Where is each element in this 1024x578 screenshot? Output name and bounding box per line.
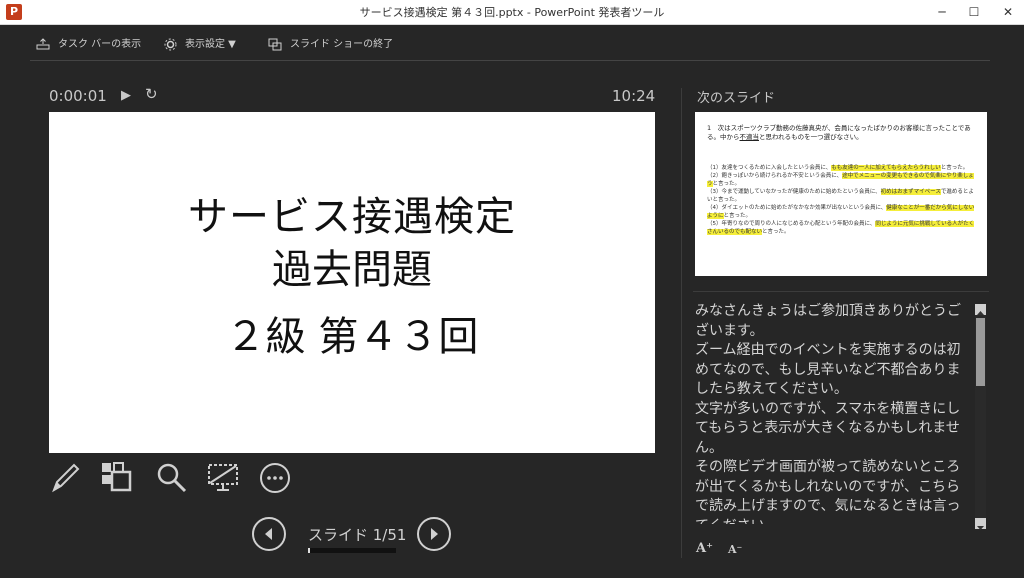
pen-icon[interactable] [48,460,84,496]
next-slide-question: 1 次はスポーツクラブ勤務の佐藤真央が、会員になったばかりのお客様に言ったことで… [707,124,977,142]
pane-divider[interactable] [681,88,682,558]
slide-title-line1: サービス接遇検定 [188,194,516,240]
notes-paragraph: みなさんきょうはご参加頂きありがとうございます。 [695,303,961,339]
slide-progress-fill [308,548,310,553]
slide-title-line3: ２級 第４３回 [225,314,479,360]
minimize-button[interactable]: ─ [930,2,954,22]
notes-scrollbar[interactable] [975,304,986,530]
maximize-button[interactable]: ☐ [962,2,986,22]
next-slide-preview[interactable]: 1 次はスポーツクラブ勤務の佐藤真央が、会員になったばかりのお客様に言ったことで… [695,112,987,276]
option-item: （2）飽きっぽいから続けられるか不安という会員に、途中でメニューの変更もできるの… [707,173,974,187]
presenter-toolbar: タスク バーの表示 表示設定 ▼ スライド ショーの終了 [30,30,990,61]
play-icon[interactable]: ▶ [121,88,131,103]
end-show-icon [268,38,282,50]
window-title: サービス接遇検定 第４３回.pptx - PowerPoint 発表者ツール [359,6,665,19]
next-slide-label: 次のスライド [697,91,776,106]
next-slide-options: （1）友達をつくるために入会したという会員に、もも友達の一人に加えてもらえたらう… [707,164,979,236]
scroll-down-icon [977,526,984,530]
chevron-left-icon [265,528,272,540]
speaker-notes[interactable]: みなさんきょうはご参加頂きありがとうございます。 ズーム経由でのイベントを実施す… [695,302,971,524]
taskbar-toggle-button[interactable]: タスク バーの表示 [36,36,141,54]
more-options-icon[interactable] [258,460,294,496]
notes-paragraph: 文字が多いのですが、スマホを横置きにしてもらうと表示が大きくなるかもしれません。 [695,400,961,456]
end-slideshow-button[interactable]: スライド ショーの終了 [268,36,393,54]
close-button[interactable]: ✕ [996,2,1020,22]
notes-paragraph: ズーム経由でのイベントを実施するのは初めてなので、もし見辛いなど不都合ありました… [695,342,961,397]
notes-paragraph: その際ビデオ画面が被って読めないところが出てくるかもしれないのですが、こちらで読… [695,459,961,524]
question-underlined: 不適当 [739,133,760,141]
end-slideshow-label: スライド ショーの終了 [290,39,394,50]
black-screen-icon[interactable] [206,460,242,496]
option-item: （4）ダイエットのために始めたがなかなか効果が出ないという会員に、健康なことが一… [707,205,975,219]
scroll-down-arrow[interactable] [975,518,986,530]
decrease-font-icon[interactable]: A⁻ [728,543,742,556]
see-all-slides-icon[interactable] [100,460,136,496]
increase-font-icon[interactable]: A⁺ [696,541,713,556]
zoom-icon[interactable] [154,460,190,496]
display-settings-label: 表示設定 ▼ [185,39,236,50]
title-bar: P サービス接遇検定 第４３回.pptx - PowerPoint 発表者ツール… [0,0,1024,25]
settings-icon [164,38,177,50]
previous-slide-button[interactable] [252,517,286,551]
slide-title-line2: 過去問題 [272,247,432,293]
slide-counter[interactable]: スライド 1/51 [308,524,406,545]
scroll-up-arrow[interactable] [975,304,986,315]
taskbar-label: タスク バーの表示 [58,39,142,50]
option-item: （5）年寄りなので周りの人になじめるか心配という年配の会員に、同じように元気に挑… [707,221,975,235]
reset-timer-icon[interactable]: ↻ [145,85,158,103]
scroll-thumb[interactable] [976,318,985,386]
chevron-right-icon [431,528,438,540]
taskbar-icon [36,38,50,50]
elapsed-timer: 0:00:01 [49,87,107,105]
slide-progress-bar [308,548,396,553]
option-item: （1）友達をつくるために入会したという会員に、もも友達の一人に加えてもらえたらう… [707,165,969,171]
current-slide-preview[interactable]: サービス接遇検定 過去問題 ２級 第４３回 [49,112,655,453]
question-text-end: と思われるものを一つ選びなさい。 [759,133,863,141]
current-time: 10:24 [612,87,656,105]
notes-divider[interactable] [693,291,989,292]
next-slide-button[interactable] [417,517,451,551]
option-item: （3）今まで運動していなかったが健康のために始めたという会員に、初めはおまずマイ… [707,189,974,203]
display-settings-button[interactable]: 表示設定 ▼ [164,36,236,54]
